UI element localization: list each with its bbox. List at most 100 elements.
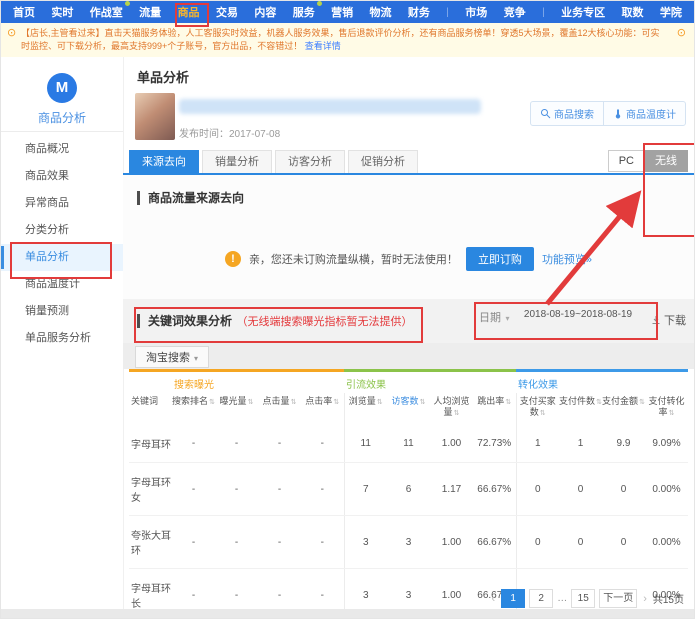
tab-访客分析[interactable]: 访客分析	[275, 150, 345, 173]
sort-icon: ⇅	[639, 399, 645, 406]
column-group-keyword	[129, 371, 172, 394]
page-2[interactable]: 2	[529, 589, 553, 608]
nav-item-业务专区[interactable]: 业务专区	[561, 4, 605, 20]
value-cell: 3	[344, 516, 387, 569]
device-toggle-PC[interactable]: PC	[608, 150, 645, 172]
sidebar-item-商品概况[interactable]: 商品概况	[1, 136, 123, 163]
tab-销量分析[interactable]: 销量分析	[202, 150, 272, 173]
nav-item-商品[interactable]: 商品	[178, 4, 200, 20]
sidebar: M 商品分析 商品概况商品效果异常商品分类分析单品分析商品温度计销量预测单品服务…	[1, 57, 124, 609]
nav-item-竞争[interactable]: 竞争	[504, 4, 526, 20]
column-label: 支付转化率	[648, 396, 684, 417]
keyword-section-title-wrap: 关键词效果分析 （无线端搜索曝光指标暂无法提供）	[137, 312, 412, 330]
value-cell: 1	[559, 425, 602, 463]
keyword-cell[interactable]: 字母耳环	[129, 425, 172, 463]
page-下一页[interactable]: 下一页	[599, 589, 637, 608]
nav-item-学院[interactable]: 学院	[660, 4, 682, 20]
nav-item-营销[interactable]: 营销	[331, 4, 353, 20]
product-search-button[interactable]: 商品搜索	[531, 102, 603, 125]
column-header-访客数[interactable]: 访客数⇅	[387, 393, 430, 425]
nav-item-流量[interactable]: 流量	[139, 4, 161, 20]
column-header-点击量[interactable]: 点击量⇅	[258, 393, 301, 425]
keyword-cell[interactable]: 字母耳环女	[129, 463, 172, 516]
subscribe-warning-row: ! 亲，您还未订购流量纵横，暂时无法使用！ 立即订购 功能预览»	[123, 247, 694, 271]
next-page-button[interactable]: ›	[641, 593, 649, 605]
column-header-人均浏览量[interactable]: 人均浏览量⇅	[430, 393, 473, 425]
taobao-search-tab[interactable]: 淘宝搜索▾	[135, 346, 209, 368]
value-cell: -	[215, 463, 258, 516]
nav-item-交易[interactable]: 交易	[216, 4, 238, 20]
table-row: 夸张大耳环----331.0066.67%0000.00%	[129, 516, 688, 569]
device-toggle-group: PC无线	[608, 150, 688, 172]
sidebar-item-单品服务分析[interactable]: 单品服务分析	[1, 325, 123, 352]
sort-icon: ⇅	[291, 399, 297, 406]
order-now-button[interactable]: 立即订购	[466, 247, 534, 271]
column-header-点击率[interactable]: 点击率⇅	[301, 393, 344, 425]
value-cell: -	[301, 463, 344, 516]
thermometer-icon	[613, 108, 623, 119]
nav-item-服务[interactable]: 服务	[293, 4, 315, 20]
notice-detail-link[interactable]: 查看详情	[305, 41, 341, 51]
pagination: ‹12…15下一页›共15页	[490, 589, 684, 608]
download-button[interactable]: 下载	[651, 312, 686, 328]
sort-icon: ⇅	[248, 399, 254, 406]
sidebar-item-单品分析[interactable]: 单品分析	[1, 244, 123, 271]
table-row: 字母耳环----11111.0072.73%119.99.09%	[129, 425, 688, 463]
value-cell: 1.17	[430, 463, 473, 516]
app-logo: M	[47, 73, 77, 103]
publish-time: 发布时间：2017-07-08	[179, 125, 280, 140]
tab-来源去向[interactable]: 来源去向	[129, 150, 199, 173]
keyword-cell[interactable]: 夸张大耳环	[129, 516, 172, 569]
subscribe-warning-text: 亲，您还未订购流量纵横，暂时无法使用！	[249, 251, 458, 267]
nav-item-财务[interactable]: 财务	[408, 4, 430, 20]
column-header-浏览量[interactable]: 浏览量⇅	[344, 393, 387, 425]
device-toggle-无线[interactable]: 无线	[645, 150, 688, 172]
value-cell: 0.00%	[645, 463, 688, 516]
page-1[interactable]: 1	[501, 589, 525, 608]
value-cell: -	[215, 425, 258, 463]
value-cell: -	[172, 463, 215, 516]
sidebar-item-销量预测[interactable]: 销量预测	[1, 298, 123, 325]
column-header-曝光量[interactable]: 曝光量⇅	[215, 393, 258, 425]
main-content: 单品分析 发布时间：2017-07-08 商品搜索 商品温度计 来源去向销量分析…	[123, 57, 694, 618]
prev-page-button[interactable]: ‹	[490, 593, 498, 605]
column-header-支付转化率[interactable]: 支付转化率⇅	[645, 393, 688, 425]
product-image	[135, 93, 175, 140]
tab-促销分析[interactable]: 促销分析	[348, 150, 418, 173]
value-cell: 0	[602, 516, 645, 569]
date-filter[interactable]: 日期 ▾ 2018-08-19~2018-08-19	[479, 308, 659, 326]
feature-preview-link[interactable]: 功能预览»	[542, 251, 592, 267]
value-cell: -	[258, 425, 301, 463]
nav-item-作战室[interactable]: 作战室	[90, 4, 123, 20]
nav-item-实时[interactable]: 实时	[51, 4, 73, 20]
column-header-搜索排名[interactable]: 搜索排名⇅	[172, 393, 215, 425]
nav-item-物流[interactable]: 物流	[370, 4, 392, 20]
value-cell: 11	[344, 425, 387, 463]
sidebar-item-商品效果[interactable]: 商品效果	[1, 163, 123, 190]
column-header-支付金额[interactable]: 支付金额⇅	[602, 393, 645, 425]
sidebar-item-商品温度计[interactable]: 商品温度计	[1, 271, 123, 298]
product-search-label: 商品搜索	[554, 106, 594, 121]
date-label: 日期	[479, 312, 501, 324]
value-cell: -	[172, 516, 215, 569]
value-cell: 0	[516, 463, 559, 516]
keyword-section-title: 关键词效果分析	[137, 314, 232, 328]
value-cell: -	[258, 516, 301, 569]
sort-icon: ⇅	[209, 399, 215, 406]
sidebar-item-异常商品[interactable]: 异常商品	[1, 190, 123, 217]
nav-item-市场[interactable]: 市场	[465, 4, 487, 20]
nav-item-取数[interactable]: 取数	[621, 4, 643, 20]
taobao-search-label: 淘宝搜索	[146, 352, 190, 364]
sidebar-title: 商品分析	[1, 109, 123, 123]
nav-item-首页[interactable]: 首页	[13, 4, 35, 20]
nav-item-内容[interactable]: 内容	[254, 4, 276, 20]
value-cell: -	[258, 463, 301, 516]
notice-bar: ⊙ 【店长,主管看过来】直击天猫服务体验，人工客服实时效益，机器人服务效果，售后…	[1, 23, 694, 57]
page-15[interactable]: 15	[571, 589, 595, 608]
sidebar-item-分类分析[interactable]: 分类分析	[1, 217, 123, 244]
column-header-支付件数[interactable]: 支付件数⇅	[559, 393, 602, 425]
product-thermometer-button[interactable]: 商品温度计	[603, 102, 685, 125]
column-label: 访客数	[392, 396, 419, 406]
column-header-支付买家数[interactable]: 支付买家数⇅	[516, 393, 559, 425]
column-header-跳出率[interactable]: 跳出率⇅	[473, 393, 516, 425]
